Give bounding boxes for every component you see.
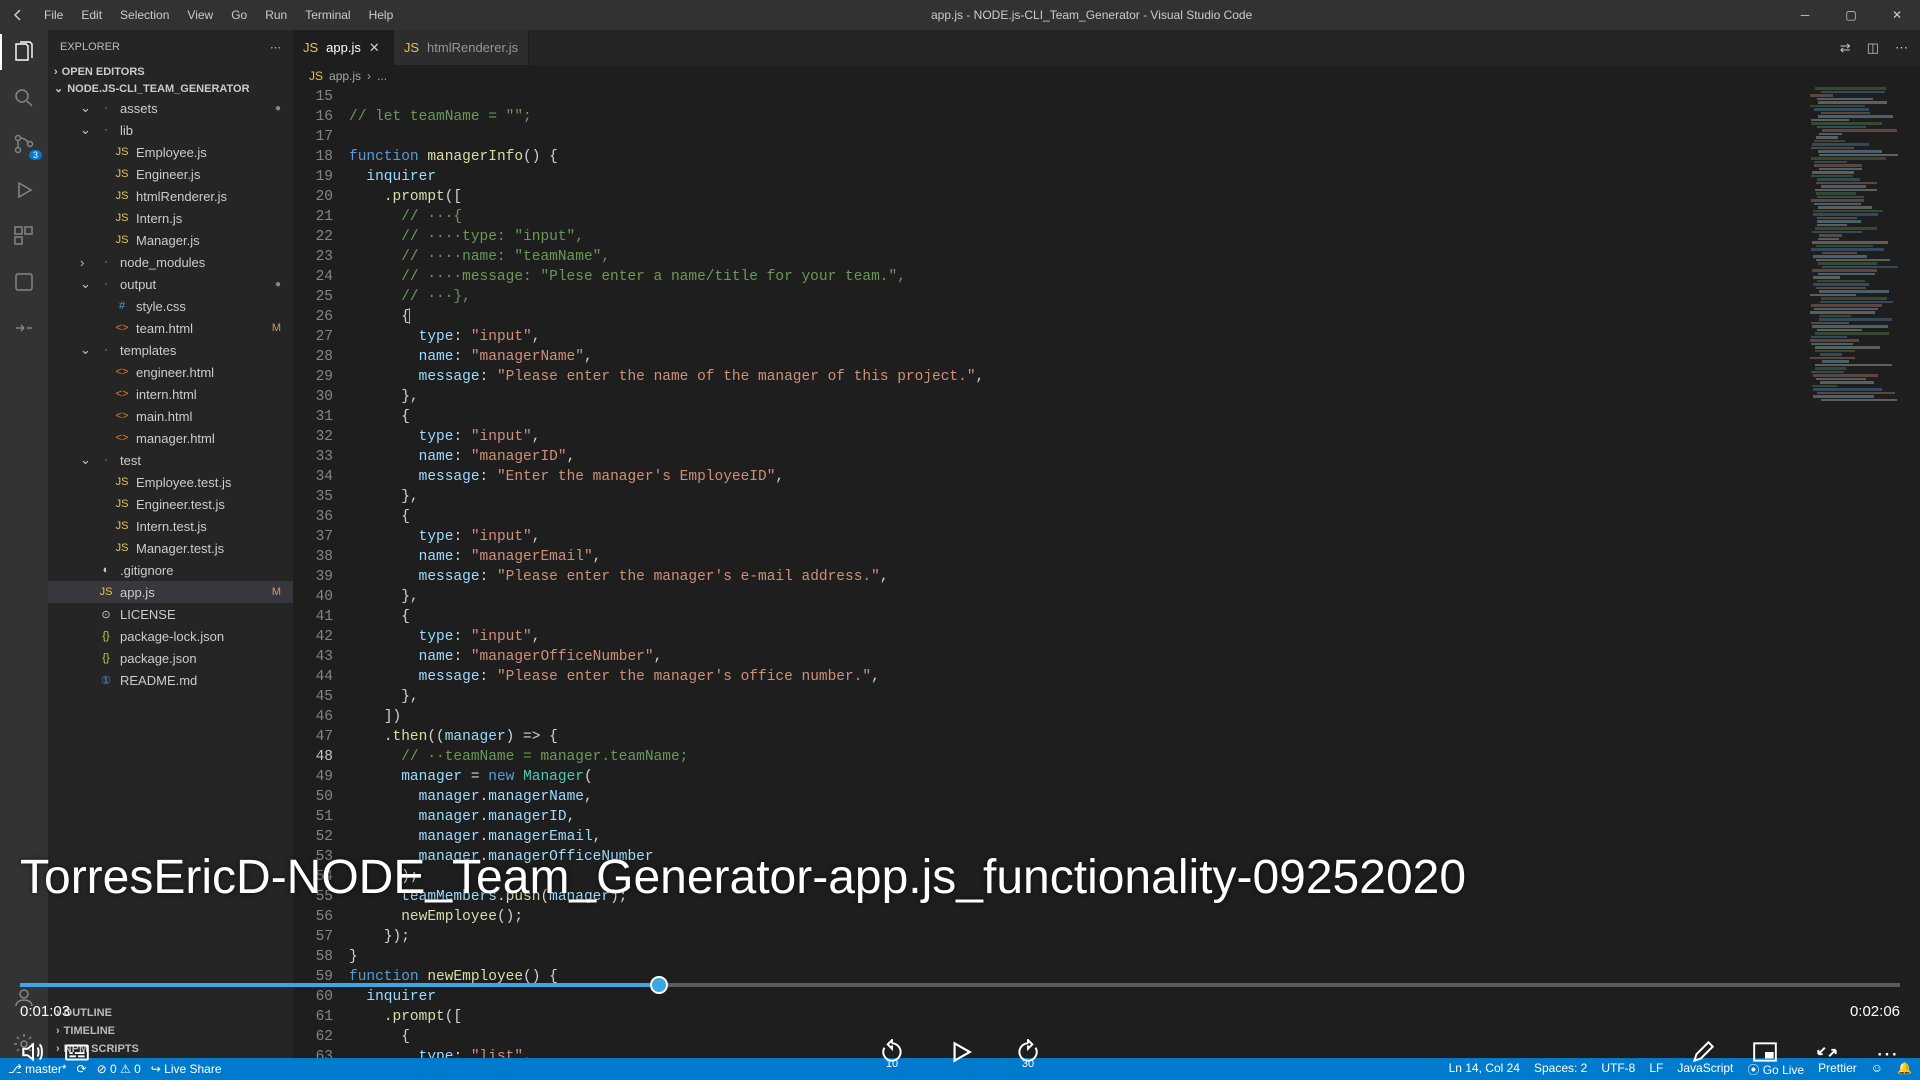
- title-bar: File Edit Selection View Go Run Terminal…: [0, 0, 1920, 30]
- maximize-icon[interactable]: ▢: [1828, 0, 1874, 30]
- split-icon[interactable]: ◫: [1867, 40, 1879, 56]
- breadcrumb[interactable]: JS app.js › ...: [293, 65, 1920, 87]
- code-area[interactable]: 1516171819202122232425262728293031323334…: [293, 87, 1920, 1058]
- project-section[interactable]: ⌄NODE.JS-CLI_TEAM_GENERATOR: [48, 80, 293, 97]
- tree-item-Intern-test-js[interactable]: JSIntern.test.js: [48, 515, 293, 537]
- menu-edit[interactable]: Edit: [73, 4, 110, 26]
- open-editors-section[interactable]: ›OPEN EDITORS: [48, 64, 293, 80]
- tree-item-LICENSE[interactable]: ⊙LICENSE: [48, 603, 293, 625]
- tree-item-style-css[interactable]: #style.css: [48, 295, 293, 317]
- menu-run[interactable]: Run: [257, 4, 295, 26]
- cursor-position[interactable]: Ln 14, Col 24: [1449, 1061, 1520, 1078]
- tree-item-lib[interactable]: ⌄·lib: [48, 119, 293, 141]
- status-bar: ⎇ master* ⟳ ⊘ 0 ⚠ 0 ↪ Live Share Ln 14, …: [0, 1058, 1920, 1080]
- tree-item-Manager-test-js[interactable]: JSManager.test.js: [48, 537, 293, 559]
- menu-help[interactable]: Help: [361, 4, 402, 26]
- tree-item-templates[interactable]: ⌄·templates: [48, 339, 293, 361]
- tree-item-output[interactable]: ⌄·output●: [48, 273, 293, 295]
- side-bar: EXPLORER ⋯ ›OPEN EDITORS ⌄NODE.JS-CLI_TE…: [48, 30, 293, 1058]
- editor-area: JSapp.js✕JShtmlRenderer.js ⇄ ◫ ⋯ JS app.…: [293, 30, 1920, 1058]
- tree-item-README-md[interactable]: ①README.md: [48, 669, 293, 691]
- tree-item-Employee-test-js[interactable]: JSEmployee.test.js: [48, 471, 293, 493]
- feedback-icon[interactable]: ☺: [1871, 1061, 1883, 1078]
- window-title: app.js - NODE.js-CLI_Team_Generator - Vi…: [401, 8, 1782, 22]
- sync-icon[interactable]: ⟳: [77, 1062, 87, 1076]
- live-share-button[interactable]: ↪ Live Share: [151, 1062, 222, 1076]
- search-icon[interactable]: [10, 84, 38, 112]
- language-indicator[interactable]: JavaScript: [1677, 1061, 1733, 1078]
- tree-item-app-js[interactable]: JSapp.jsM: [48, 581, 293, 603]
- tree-item-Intern-js[interactable]: JSIntern.js: [48, 207, 293, 229]
- tabs-row: JSapp.js✕JShtmlRenderer.js ⇄ ◫ ⋯: [293, 30, 1920, 65]
- file-tree: ⌄·assets●⌄·libJSEmployee.jsJSEngineer.js…: [48, 97, 293, 691]
- tree-item--gitignore[interactable]: ◐.gitignore: [48, 559, 293, 581]
- tree-item-package-lock-json[interactable]: {}package-lock.json: [48, 625, 293, 647]
- scm-badge: 3: [29, 150, 42, 160]
- tab-app-js[interactable]: JSapp.js✕: [293, 30, 394, 65]
- menu-bar: File Edit Selection View Go Run Terminal…: [36, 4, 401, 26]
- menu-file[interactable]: File: [36, 4, 71, 26]
- tree-item-main-html[interactable]: <>main.html: [48, 405, 293, 427]
- tree-item-Employee-js[interactable]: JSEmployee.js: [48, 141, 293, 163]
- tree-item-engineer-html[interactable]: <>engineer.html: [48, 361, 293, 383]
- outline-section[interactable]: ›OUTLINE: [48, 1004, 293, 1022]
- tree-item-intern-html[interactable]: <>intern.html: [48, 383, 293, 405]
- tree-item-assets[interactable]: ⌄·assets●: [48, 97, 293, 119]
- timeline-section[interactable]: ›TIMELINE: [48, 1022, 293, 1040]
- scm-icon[interactable]: 3: [10, 130, 38, 158]
- tree-item-Engineer-js[interactable]: JSEngineer.js: [48, 163, 293, 185]
- more-tab-icon[interactable]: ⋯: [1895, 40, 1908, 56]
- breadcrumb-rest: ...: [377, 69, 387, 83]
- menu-view[interactable]: View: [179, 4, 221, 26]
- npm-scripts-section[interactable]: ›NPM SCRIPTS: [48, 1040, 293, 1058]
- breadcrumb-file: app.js: [329, 69, 361, 83]
- tree-item-Engineer-test-js[interactable]: JSEngineer.test.js: [48, 493, 293, 515]
- tree-item-manager-html[interactable]: <>manager.html: [48, 427, 293, 449]
- go-live-button[interactable]: ⦿ Go Live: [1747, 1061, 1804, 1078]
- branch-indicator[interactable]: ⎇ master*: [8, 1062, 67, 1076]
- js-icon: JS: [309, 69, 323, 83]
- account-icon[interactable]: [10, 984, 38, 1012]
- close-tab-icon[interactable]: ✕: [369, 40, 383, 56]
- prettier-indicator[interactable]: Prettier: [1818, 1061, 1857, 1078]
- extensions-icon[interactable]: [10, 222, 38, 250]
- problems-indicator[interactable]: ⊘ 0 ⚠ 0: [97, 1062, 141, 1076]
- back-icon[interactable]: [0, 7, 36, 23]
- debug-icon[interactable]: [10, 176, 38, 204]
- compare-icon[interactable]: ⇄: [1840, 40, 1851, 56]
- tree-item-package-json[interactable]: {}package.json: [48, 647, 293, 669]
- liveshare-icon[interactable]: [10, 314, 38, 342]
- tree-item-team-html[interactable]: <>team.htmlM: [48, 317, 293, 339]
- eol-indicator[interactable]: LF: [1649, 1061, 1663, 1078]
- tree-item-test[interactable]: ⌄·test: [48, 449, 293, 471]
- tree-item-node_modules[interactable]: ›·node_modules: [48, 251, 293, 273]
- tree-item-htmlRenderer-js[interactable]: JShtmlRenderer.js: [48, 185, 293, 207]
- menu-go[interactable]: Go: [223, 4, 255, 26]
- explorer-icon[interactable]: [10, 38, 38, 66]
- tree-item-Manager-js[interactable]: JSManager.js: [48, 229, 293, 251]
- minimap[interactable]: [1810, 87, 1920, 1058]
- menu-terminal[interactable]: Terminal: [297, 4, 358, 26]
- encoding-indicator[interactable]: UTF-8: [1601, 1061, 1635, 1078]
- gear-icon[interactable]: [10, 1030, 38, 1058]
- explorer-title: EXPLORER: [60, 41, 120, 53]
- indent-indicator[interactable]: Spaces: 2: [1534, 1061, 1587, 1078]
- tab-htmlRenderer-js[interactable]: JShtmlRenderer.js: [394, 30, 529, 65]
- activity-bar: 3: [0, 30, 48, 1058]
- bookmarks-icon[interactable]: [10, 268, 38, 296]
- close-icon[interactable]: ✕: [1874, 0, 1920, 30]
- menu-selection[interactable]: Selection: [112, 4, 177, 26]
- minimize-icon[interactable]: ─: [1782, 0, 1828, 30]
- more-icon[interactable]: ⋯: [270, 41, 281, 54]
- bell-icon[interactable]: 🔔: [1897, 1061, 1912, 1078]
